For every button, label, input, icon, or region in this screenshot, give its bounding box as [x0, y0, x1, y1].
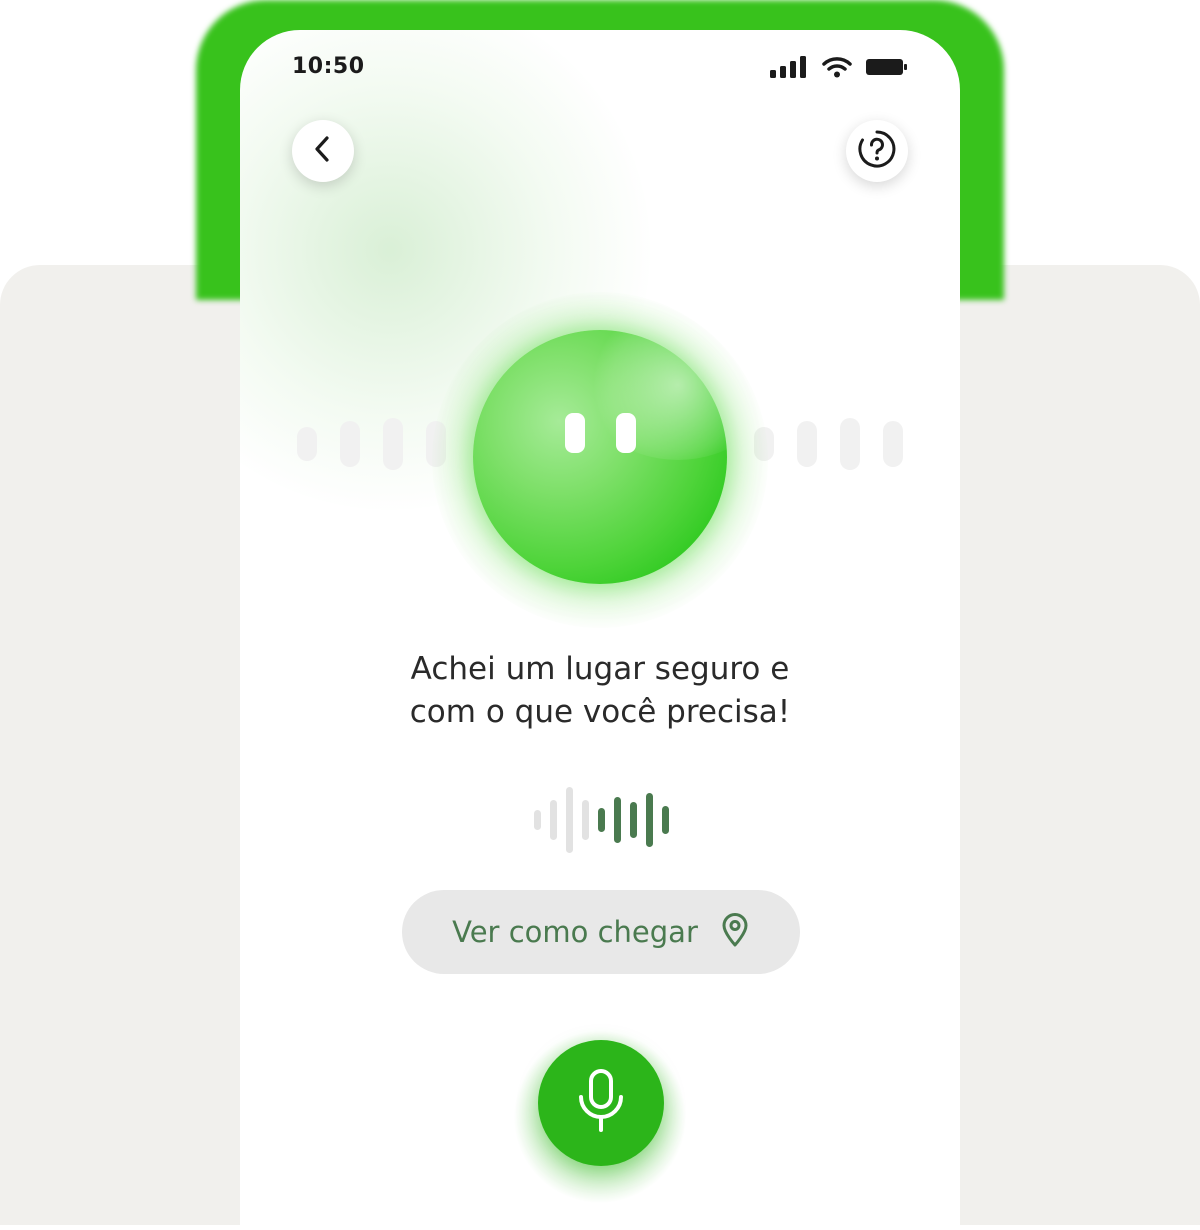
- assistant-eye-left: [565, 413, 585, 453]
- phone-screen: 10:50 Achei um lugar seguro e com o que …: [240, 30, 960, 1230]
- status-icons: [770, 56, 908, 82]
- status-time: 10:50: [292, 54, 365, 79]
- back-button[interactable]: [292, 120, 354, 182]
- voice-bar: [646, 793, 653, 847]
- directions-button-label: Ver como chegar: [452, 915, 698, 949]
- battery-icon: [866, 57, 908, 81]
- question-circle-icon: [857, 129, 897, 173]
- wave-bar-right: [797, 421, 817, 467]
- wave-bar-right: [840, 418, 860, 470]
- assistant-orb: [473, 330, 727, 584]
- microphone-icon: [576, 1068, 626, 1138]
- voice-bar: [582, 800, 589, 840]
- voice-bar: [534, 810, 541, 830]
- assistant-eye-right: [616, 413, 636, 453]
- microphone-button[interactable]: [538, 1040, 664, 1166]
- voice-bar: [630, 802, 637, 838]
- voice-bar: [566, 787, 573, 853]
- voice-bar: [662, 806, 669, 834]
- status-bar: 10:50: [240, 30, 960, 110]
- wifi-icon: [822, 56, 852, 82]
- voice-bar: [598, 808, 605, 832]
- map-pin-icon: [720, 912, 750, 952]
- wave-bar-left: [297, 427, 317, 461]
- signal-icon: [770, 56, 808, 82]
- help-button[interactable]: [846, 120, 908, 182]
- directions-button[interactable]: Ver como chegar: [402, 890, 800, 974]
- wave-bar-left: [383, 418, 403, 470]
- wave-bar-right: [883, 421, 903, 467]
- chevron-left-icon: [311, 135, 335, 167]
- voice-bar: [550, 800, 557, 840]
- assistant-message: Achei um lugar seguro e com o que você p…: [409, 651, 791, 730]
- orb-highlight: [583, 330, 727, 460]
- voice-bar: [614, 797, 621, 843]
- wave-bar-left: [340, 421, 360, 467]
